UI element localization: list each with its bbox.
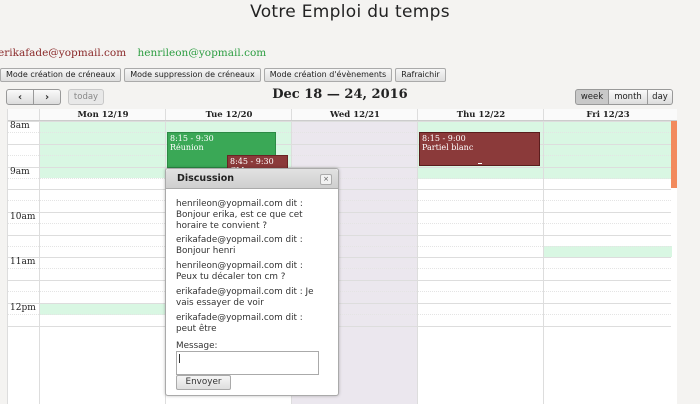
available-slot[interactable] [544,246,672,257]
available-slot[interactable] [40,121,166,178]
refresh-button[interactable]: Rafraichir [395,68,446,82]
event-partiel-blanc[interactable]: 8:15 - 9:00 Partiel blanc [419,132,540,166]
chat-message: henrileon@yopmail.com dit : Bonjour erik… [176,199,331,232]
day-header-fri: Fri 12/23 [543,109,672,120]
user-list: erikafade@yopmail.com henrileon@yopmail.… [0,47,266,59]
day-column-mon[interactable] [39,121,166,404]
day-column-fri[interactable] [543,121,672,404]
week-view-button[interactable]: week [575,89,609,105]
event-time: 8:15 - 9:00 [422,134,466,143]
view-switcher: week month day [575,89,673,105]
dialog-title: Discussion [177,173,235,184]
mode-toolbar: Mode création de créneaux Mode suppressi… [0,68,446,82]
text-caret [179,354,180,363]
chat-message: erikafade@yopmail.com dit : Bonjour henr… [176,235,331,257]
message-author: erikafade@yopmail.com dit : [176,235,303,245]
resize-handle[interactable] [478,163,482,164]
page-title: Votre Emploi du temps [250,2,450,22]
discussion-dialog: Discussion × henrileon@yopmail.com dit :… [165,168,339,396]
available-slot[interactable] [544,121,672,179]
month-view-button[interactable]: month [609,89,648,105]
day-view-button[interactable]: day [648,89,673,105]
time-label-10am: 10am [10,212,36,222]
chat-message: erikafade@yopmail.com dit : Je vais essa… [176,287,331,309]
message-author: henrileon@yopmail.com dit : [176,199,303,209]
chat-message: erikafade@yopmail.com dit : peut être [176,313,331,335]
send-button[interactable]: Envoyer [176,375,231,390]
event-time: 8:15 - 9:30 [170,134,214,143]
create-slots-mode-button[interactable]: Mode création de créneaux [0,68,122,82]
time-label-9am: 9am [10,167,30,177]
message-input[interactable] [176,351,319,375]
dialog-titlebar[interactable]: Discussion × [166,169,338,189]
event-time: 8:45 - 9:30 [230,157,274,166]
chat-message: henrileon@yopmail.com dit : Peux tu déca… [176,261,331,283]
create-events-mode-button[interactable]: Mode création d'évènements [263,68,393,82]
message-text: Bonjour erika, est ce que cet horaire te… [176,210,303,231]
day-header-mon: Mon 12/19 [39,109,166,120]
other-user-email: henrileon@yopmail.com [137,47,267,59]
day-header-tue: Tue 12/20 [165,109,292,120]
time-label-8am: 8am [10,121,30,131]
message-label: Message: [176,341,218,351]
day-header-row: Mon 12/19 Tue 12/20 Wed 12/21 Thu 12/22 … [8,109,677,121]
message-text: Peux tu décaler ton cm ? [176,272,286,282]
message-author: henrileon@yopmail.com dit : [176,261,303,271]
time-label-12pm: 12pm [10,303,36,313]
message-author: erikafade@yopmail.com dit : Je vais essa… [176,287,314,308]
message-text: peut être [176,324,217,334]
message-author: erikafade@yopmail.com dit : [176,313,303,323]
event-title: Partiel blanc [422,143,474,152]
day-header-wed: Wed 12/21 [291,109,418,120]
event-title: Réunion [170,143,204,152]
day-header-thu: Thu 12/22 [417,109,544,120]
message-text: Bonjour henri [176,246,236,256]
time-label-11am: 11am [10,257,36,267]
calendar-scrollbar[interactable] [671,121,677,188]
current-user-email: erikafade@yopmail.com [0,47,127,59]
week-calendar: Mon 12/19 Tue 12/20 Wed 12/21 Thu 12/22 … [7,109,677,404]
delete-slots-mode-button[interactable]: Mode suppression de créneaux [124,68,261,82]
close-icon[interactable]: × [320,174,332,185]
